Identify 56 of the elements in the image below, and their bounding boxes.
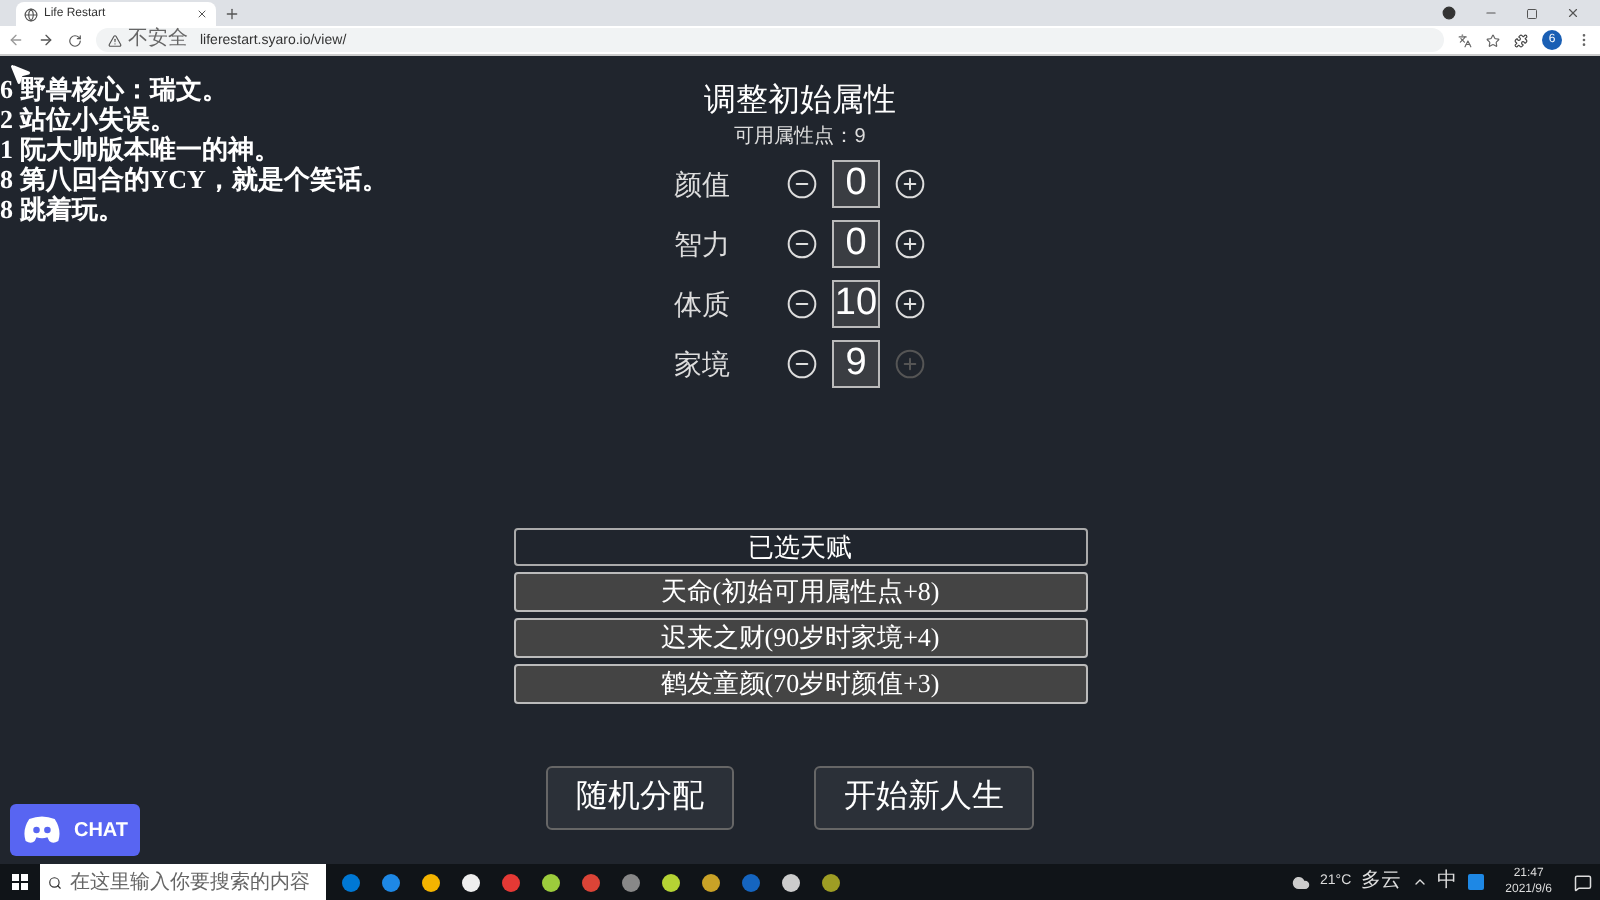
comment-text: 2 站位小失误。 <box>0 104 178 134</box>
comment-text: 8 跳着玩。 <box>0 194 126 224</box>
warning-icon <box>108 33 122 47</box>
chat-button[interactable]: CHAT <box>10 804 140 856</box>
decrease-button[interactable] <box>786 228 818 260</box>
action-button[interactable]: 随机分配 <box>546 766 734 830</box>
restore-icon[interactable] <box>1526 7 1538 19</box>
taskbar-app-icon[interactable] <box>538 870 562 894</box>
attribute-label: 体质 <box>674 285 732 323</box>
taskbar-app-icon[interactable] <box>658 870 682 894</box>
decrease-button[interactable] <box>786 348 818 380</box>
talents-header: 已选天赋 <box>513 528 1087 566</box>
forward-icon[interactable] <box>38 32 54 48</box>
ime-indicator[interactable]: 中 <box>1437 872 1458 892</box>
comment-text: 8 第八回合的YCY，就是个笑话。 <box>0 164 388 194</box>
decrease-button[interactable] <box>786 168 818 200</box>
reload-icon[interactable] <box>68 33 82 47</box>
taskbar-app-icon[interactable] <box>418 870 442 894</box>
globe-icon <box>24 7 38 21</box>
taskbar-search-field[interactable]: 在这里输入你要搜索的内容 <box>40 864 326 900</box>
extensions-icon[interactable] <box>1514 33 1528 47</box>
decrease-button[interactable] <box>786 288 818 320</box>
gamepad-face-icon <box>22 814 62 846</box>
new-tab-icon[interactable] <box>224 6 240 22</box>
taskbar-app-icon[interactable] <box>458 870 482 894</box>
attributes-title: 调整初始属性 <box>704 84 896 120</box>
talent-item[interactable]: 天命(初始可用属性点+8) <box>513 572 1087 612</box>
weather-text: 多云 <box>1361 872 1402 892</box>
taskbar-app-icon[interactable] <box>818 870 842 894</box>
available-points: 可用属性点：9 <box>734 126 866 150</box>
talent-item[interactable]: 迟来之财(90岁时家境+4) <box>513 618 1087 658</box>
close-icon[interactable] <box>196 8 208 20</box>
translate-icon[interactable] <box>1458 33 1472 47</box>
close-window-icon[interactable] <box>1566 6 1580 20</box>
search-icon <box>48 875 62 889</box>
record-icon[interactable] <box>1442 6 1456 20</box>
taskbar-app-icon[interactable] <box>778 870 802 894</box>
attribute-value: 0 <box>832 220 880 268</box>
attribute-label: 家境 <box>674 345 732 383</box>
comment-text: 6 野兽核心：瑞文。 <box>0 74 230 104</box>
back-icon[interactable] <box>8 32 24 48</box>
notification-icon[interactable] <box>1574 873 1592 891</box>
bookmark-star-icon[interactable] <box>1486 33 1500 47</box>
action-button[interactable]: 开始新人生 <box>814 766 1034 830</box>
comment-text: 1 阮大帅版本唯一的神。 <box>0 134 282 164</box>
attribute-value: 0 <box>832 160 880 208</box>
attribute-value: 9 <box>832 340 880 388</box>
tray-app-icon[interactable] <box>1467 874 1484 890</box>
cloud-icon <box>1292 873 1310 891</box>
talent-item[interactable]: 鹤发童颜(70岁时颜值+3) <box>513 664 1087 704</box>
attribute-label: 颜值 <box>674 165 732 203</box>
attribute-value: 10 <box>832 280 880 328</box>
tray-chevron-icon[interactable] <box>1411 874 1428 890</box>
attribute-label: 智力 <box>674 225 732 263</box>
taskbar-app-icon[interactable] <box>698 870 722 894</box>
security-label: 不安全 <box>128 30 188 50</box>
